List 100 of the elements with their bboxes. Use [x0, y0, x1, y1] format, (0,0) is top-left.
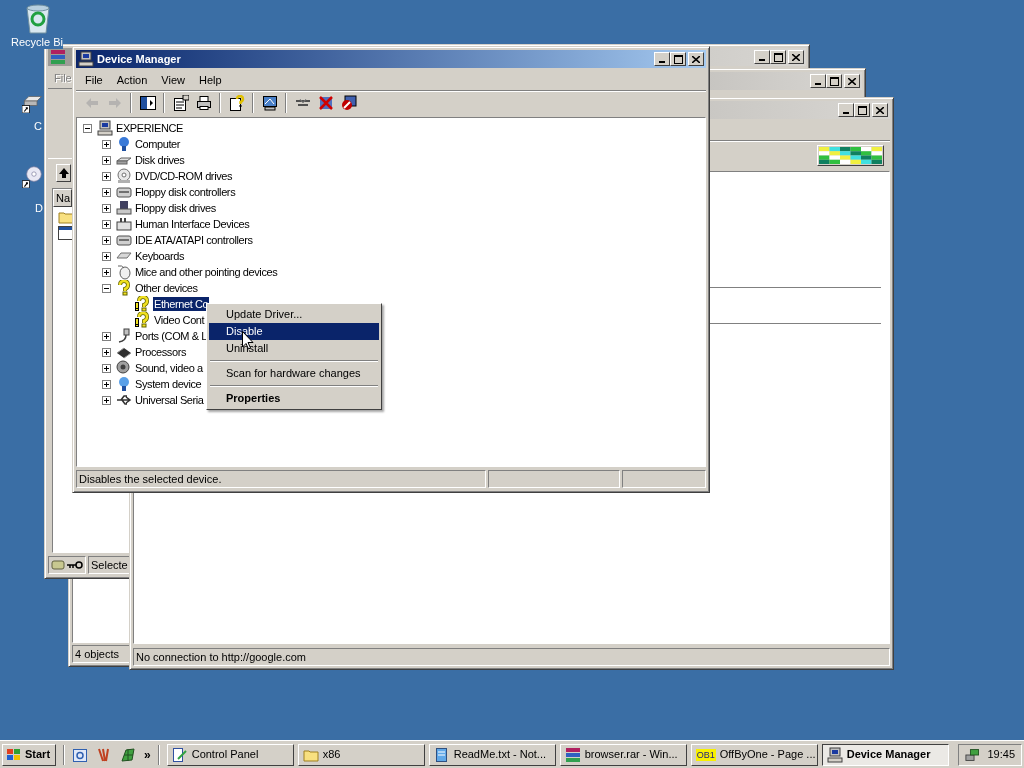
- tree-item[interactable]: DVD/CD-ROM drives: [134, 169, 234, 183]
- pencil-launch-icon[interactable]: [96, 746, 112, 763]
- taskbar-button[interactable]: OB1 OffByOne - Page ...: [690, 743, 818, 766]
- expander-box[interactable]: [102, 219, 111, 229]
- maximize-icon: [773, 52, 783, 62]
- pane-icon: [139, 96, 156, 110]
- expander-box[interactable]: [102, 139, 111, 149]
- grid-launch-icon[interactable]: [120, 746, 136, 763]
- maximize-button[interactable]: [670, 52, 686, 66]
- maximize-button[interactable]: [854, 103, 870, 117]
- tree-item[interactable]: EXPERIENCE: [115, 121, 184, 135]
- taskbar-button[interactable]: Device Manager: [821, 743, 949, 766]
- menu-item[interactable]: Scan for hardware changes: [209, 365, 379, 382]
- tree-item[interactable]: Mice and other pointing devices: [134, 265, 279, 279]
- tree-item[interactable]: Other devices: [134, 281, 199, 295]
- expander-box[interactable]: [102, 235, 111, 245]
- status-text: 4 objects: [75, 646, 120, 662]
- tree-item[interactable]: Floppy disk drives: [134, 201, 217, 215]
- taskbar-button[interactable]: Control Panel: [166, 743, 294, 766]
- desktop-icon-label[interactable]: D: [35, 202, 43, 215]
- left-arrow-icon: [84, 97, 99, 109]
- close-button[interactable]: [688, 52, 704, 66]
- desktop-icon-label[interactable]: C: [34, 120, 42, 133]
- tree-item[interactable]: Disk drives: [134, 153, 186, 167]
- taskbar-button[interactable]: x86: [297, 743, 425, 766]
- expander-box[interactable]: [102, 363, 111, 373]
- menu-item[interactable]: Action: [109, 71, 155, 89]
- expander-box[interactable]: [102, 347, 111, 357]
- menu-item[interactable]: Help: [191, 71, 229, 89]
- tree-item[interactable]: Sound, video a: [134, 361, 204, 375]
- close-icon: [848, 77, 856, 85]
- expander-box[interactable]: [102, 171, 111, 181]
- recycle-bin-icon[interactable]: [23, 2, 53, 34]
- device-cross-icon: [317, 95, 334, 111]
- floppy-drive-icon: [116, 200, 132, 216]
- computer-icon: [78, 51, 94, 67]
- tree-item[interactable]: Universal Seria: [134, 393, 205, 407]
- control-panel-icon: [171, 746, 188, 763]
- close-icon: [876, 106, 884, 114]
- expander-box[interactable]: [102, 395, 111, 405]
- computer-icon: [97, 120, 113, 136]
- minimize-button[interactable]: [754, 50, 770, 64]
- expander-box[interactable]: [102, 379, 111, 389]
- up-folder-button[interactable]: [56, 163, 71, 182]
- taskbar-button[interactable]: browser.rar - Win...: [559, 743, 687, 766]
- maximize-icon: [673, 54, 683, 64]
- tree-item[interactable]: Computer: [134, 137, 182, 151]
- close-button[interactable]: [872, 103, 888, 117]
- minimize-icon: [659, 61, 665, 63]
- logo-button[interactable]: [817, 145, 884, 166]
- column-header[interactable]: Na: [53, 189, 72, 207]
- minimize-icon: [843, 112, 849, 114]
- close-button[interactable]: [788, 50, 804, 64]
- start-button[interactable]: Start: [2, 743, 56, 766]
- menu-item[interactable]: Disable: [209, 323, 379, 340]
- tree-item[interactable]: IDE ATA/ATAPI controllers: [134, 233, 254, 247]
- monitor-icon: [116, 136, 132, 152]
- minimize-button[interactable]: [654, 52, 670, 66]
- tree-item[interactable]: Video Cont: [153, 313, 206, 327]
- maximize-icon: [829, 76, 839, 86]
- expander-box[interactable]: [102, 203, 111, 213]
- tree-item[interactable]: Human Interface Devices: [134, 217, 251, 231]
- computer-icon: [826, 746, 843, 763]
- tree-item[interactable]: System device: [134, 377, 203, 391]
- expander-box[interactable]: [102, 283, 111, 293]
- controller-icon: [116, 232, 132, 248]
- expander-box[interactable]: [102, 187, 111, 197]
- notepad-icon: [433, 746, 450, 763]
- input-device-icon: [116, 216, 132, 232]
- browser-logo: OB1: [695, 748, 716, 761]
- books-icon: [564, 746, 581, 763]
- expander-box[interactable]: [83, 123, 92, 133]
- close-icon: [692, 55, 700, 63]
- more-chevron[interactable]: »: [144, 745, 151, 764]
- device-stop-icon: [340, 95, 357, 111]
- network-icon[interactable]: [965, 746, 980, 763]
- menu-item[interactable]: Update Driver...: [209, 306, 379, 323]
- menu-item[interactable]: Properties: [209, 390, 379, 407]
- tree-item[interactable]: Processors: [134, 345, 188, 359]
- menu-item[interactable]: File: [78, 71, 110, 89]
- expander-box[interactable]: [102, 267, 111, 277]
- maximize-button[interactable]: [826, 74, 842, 88]
- tree-item[interactable]: Floppy disk controllers: [134, 185, 237, 199]
- disc-shortcut-icon[interactable]: [22, 166, 43, 188]
- menu-item[interactable]: View: [154, 71, 192, 89]
- taskbar-button[interactable]: ReadMe.txt - Not...: [428, 743, 556, 766]
- menu-item[interactable]: Uninstall: [209, 340, 379, 357]
- maximize-button[interactable]: [770, 50, 786, 64]
- browser-launch-icon[interactable]: [72, 746, 88, 763]
- minimize-button[interactable]: [810, 74, 826, 88]
- minimize-button[interactable]: [838, 103, 854, 117]
- close-button[interactable]: [844, 74, 860, 88]
- expander-box[interactable]: [102, 331, 111, 341]
- mouse-icon: [116, 264, 132, 280]
- expander-box[interactable]: [102, 251, 111, 261]
- status-text: No connection to http://google.com: [136, 649, 306, 665]
- expander-box[interactable]: [102, 155, 111, 165]
- desktop-icon-label[interactable]: Recycle Bi: [11, 36, 63, 49]
- tree-item[interactable]: Keyboards: [134, 249, 185, 263]
- speaker-icon: [116, 360, 132, 376]
